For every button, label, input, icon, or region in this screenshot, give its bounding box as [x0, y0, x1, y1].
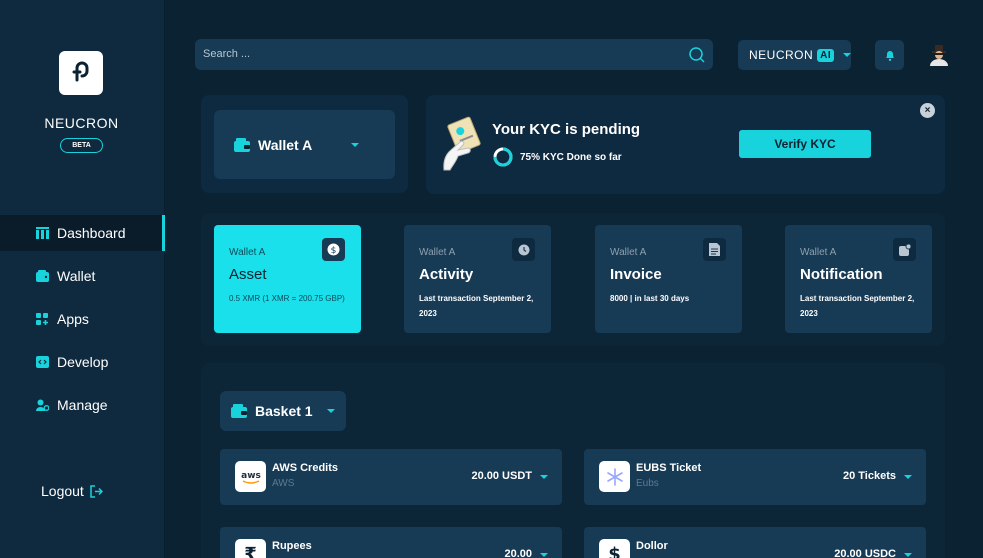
asset-value: 20.00	[504, 548, 532, 558]
card-title: Asset	[229, 266, 267, 283]
chevron-down-icon	[843, 53, 852, 57]
snowflake-icon	[599, 461, 630, 492]
card-subtitle: Wallet A	[229, 247, 266, 258]
card-subtitle: Wallet A	[610, 247, 647, 258]
chevron-down-icon[interactable]	[540, 475, 548, 479]
dollar-icon: $	[599, 539, 630, 558]
card-activity[interactable]: Wallet A Activity Last transaction Septe…	[404, 225, 551, 333]
chevron-down-icon[interactable]	[904, 475, 912, 479]
card-subtitle: Wallet A	[800, 247, 837, 258]
sidebar-item-label: Wallet	[57, 268, 96, 284]
search-icon[interactable]	[688, 46, 705, 63]
bell-icon	[885, 50, 894, 61]
asset-name: Dollor	[636, 540, 668, 552]
chevron-down-icon[interactable]	[540, 553, 548, 557]
avatar[interactable]	[928, 44, 950, 66]
aws-logo-icon: aws	[235, 461, 266, 492]
sidebar-item-label: Manage	[57, 397, 108, 413]
sidebar-item-wallet[interactable]: Wallet	[0, 258, 165, 294]
notification-icon	[893, 238, 916, 261]
sidebar-nav: Dashboard Wallet Apps Develop Manage	[0, 215, 165, 430]
apps-icon	[36, 313, 48, 325]
clock-icon	[512, 238, 535, 261]
wallet-dropdown[interactable]: Wallet A	[214, 110, 395, 179]
code-icon	[36, 356, 49, 368]
invoice-icon	[703, 238, 726, 261]
wallet-icon	[36, 270, 49, 282]
kyc-title: Your KYC is pending	[492, 121, 641, 138]
card-description: 8000 | in last 30 days	[610, 294, 690, 303]
beta-badge: BETA	[60, 138, 103, 153]
card-title: Activity	[419, 266, 474, 283]
kyc-progress: 75% KYC Done so far	[492, 146, 622, 168]
kyc-banner: Your KYC is pending 75% KYC Done so far …	[426, 95, 945, 194]
basket-dropdown[interactable]: Basket 1	[220, 391, 346, 431]
sidebar-item-label: Dashboard	[57, 225, 126, 241]
card-subtitle: Wallet A	[419, 247, 456, 258]
manage-users-icon	[36, 399, 49, 411]
search-input[interactable]	[203, 45, 673, 63]
asset-row-dollor[interactable]: $ Dollor 20.00 USDC	[584, 527, 926, 558]
neucron-logo-icon	[72, 61, 89, 82]
id-card-hand-icon	[443, 116, 481, 171]
svg-text:aws: aws	[241, 471, 261, 481]
asset-row-eubs[interactable]: EUBS Ticket Eubs 20 Tickets	[584, 449, 926, 505]
card-title: Notification	[800, 266, 883, 283]
card-title: Invoice	[610, 266, 662, 283]
wallet-dropdown-label: Wallet A	[258, 136, 313, 153]
sidebar-item-apps[interactable]: Apps	[0, 301, 165, 337]
sidebar-item-dashboard[interactable]: Dashboard	[0, 215, 165, 251]
svg-text:$: $	[331, 246, 337, 256]
asset-subtitle: Eubs	[636, 478, 659, 489]
logout-label: Logout	[41, 483, 84, 499]
kyc-progress-ring	[493, 147, 513, 167]
sidebar: NEUCRON BETA Dashboard Wallet Apps Devel…	[0, 0, 165, 558]
wallet-icon	[234, 137, 250, 152]
logout-icon	[90, 484, 103, 498]
kyc-progress-text: 75% KYC Done so far	[520, 151, 622, 163]
sidebar-item-label: Apps	[57, 311, 89, 327]
brand-name: NEUCRON	[44, 115, 119, 131]
product-switcher[interactable]: NEUCRON AI	[738, 40, 852, 70]
asset-name: Rupees	[272, 540, 312, 552]
asset-name: EUBS Ticket	[636, 462, 702, 474]
asset-value: 20.00 USDT	[471, 470, 532, 482]
notifications-button[interactable]	[875, 40, 904, 70]
asset-name: AWS Credits	[272, 462, 339, 474]
asset-subtitle: AWS	[272, 478, 295, 489]
verify-kyc-button[interactable]: Verify KYC	[739, 130, 871, 158]
dollar-symbol: $	[608, 544, 621, 558]
asset-row-rupees[interactable]: ₹ Rupees 20.00	[220, 527, 562, 558]
logout-button[interactable]: Logout	[41, 483, 103, 499]
brand-logo[interactable]	[59, 51, 103, 95]
asset-value: 20 Tickets	[842, 470, 896, 482]
dashboard-icon	[36, 227, 49, 239]
wallet-icon	[231, 404, 247, 418]
chevron-down-icon	[327, 409, 335, 413]
sidebar-item-develop[interactable]: Develop	[0, 344, 165, 380]
rupee-symbol: ₹	[244, 544, 257, 558]
chevron-down-icon[interactable]	[904, 553, 912, 557]
sidebar-item-label: Develop	[57, 354, 109, 370]
card-description: 0.5 XMR (1 XMR = 200.75 GBP)	[229, 294, 345, 303]
close-icon[interactable]: ×	[920, 103, 935, 118]
ai-badge: AI	[817, 48, 835, 62]
rupee-icon: ₹	[235, 539, 266, 558]
basket-dropdown-label: Basket 1	[255, 403, 313, 419]
card-description: Last transaction September 2, 2023	[419, 294, 534, 318]
chevron-down-icon	[351, 143, 359, 147]
asset-value: 20.00 USDC	[834, 548, 896, 558]
sidebar-item-manage[interactable]: Manage	[0, 387, 165, 423]
search-bar	[195, 39, 713, 70]
wallet-panel: Wallet A	[201, 95, 408, 193]
card-notification[interactable]: Wallet A Notification Last transaction S…	[785, 225, 932, 333]
card-asset[interactable]: Wallet A Asset 0.5 XMR (1 XMR = 200.75 G…	[214, 225, 361, 333]
card-description: Last transaction September 2, 2023	[800, 294, 915, 318]
asset-row-aws[interactable]: aws AWS Credits AWS 20.00 USDT	[220, 449, 562, 505]
card-invoice[interactable]: Wallet A Invoice 8000 | in last 30 days	[595, 225, 742, 333]
dollar-icon: $	[322, 238, 345, 261]
product-name: NEUCRON	[749, 48, 814, 62]
